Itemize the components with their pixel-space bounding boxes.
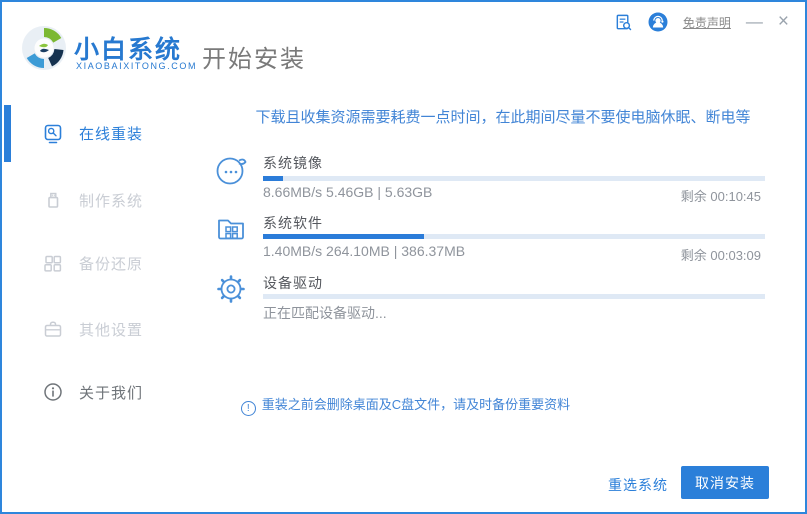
header-actions: 免责声明 — × xyxy=(614,10,789,34)
cancel-install-button[interactable]: 取消安装 xyxy=(681,466,769,499)
task-status: 正在匹配设备驱动... xyxy=(263,305,387,321)
task-detail: 1.40MB/s 264.10MB | 386.37MB xyxy=(263,243,466,259)
download-warning-text: 下载且收集资源需要耗费一点时间，在此期间尽量不要使电脑休眠、断电等 xyxy=(255,109,751,126)
task-remaining: 剩余 00:03:09 xyxy=(680,248,761,263)
sidebar-item-backup-restore[interactable]: 备份还原 xyxy=(2,251,202,275)
brand-domain: XIAOBAIXITONG.COM xyxy=(76,61,198,71)
disclaimer-link[interactable]: 免责声明 xyxy=(683,14,731,31)
progress-fill xyxy=(263,176,284,181)
backup-note-text: 重装之前会删除桌面及C盘文件，请及时备份重要资料 xyxy=(261,397,571,412)
task-remaining: 剩余 00:10:45 xyxy=(680,189,761,204)
backup-restore-icon xyxy=(42,252,64,274)
progress-bar-system-software xyxy=(263,234,765,239)
task-name: 设备驱动 xyxy=(263,275,323,291)
progress-bar-system-image xyxy=(263,176,765,181)
sidebar-item-label: 备份还原 xyxy=(79,255,144,273)
sidebar-item-online-reinstall[interactable]: 在线重装 xyxy=(2,121,202,145)
system-image-icon xyxy=(212,151,250,189)
backup-note: ! 重装之前会删除桌面及C盘文件，请及时备份重要资料 xyxy=(2,394,805,416)
app-window: 小白系统 XIAOBAIXITONG.COM 开始安装 免责声明 — × 在线重… xyxy=(0,0,807,514)
sidebar-item-make-system[interactable]: 制作系统 xyxy=(2,188,202,212)
system-software-icon xyxy=(212,210,250,248)
minimize-button[interactable]: — xyxy=(746,10,763,34)
progress-bar-device-driver xyxy=(263,294,765,299)
close-button[interactable]: × xyxy=(778,10,789,34)
customer-service-icon[interactable] xyxy=(648,12,668,32)
sidebar-item-label: 其他设置 xyxy=(79,321,144,339)
sidebar-item-other-settings[interactable]: 其他设置 xyxy=(2,317,202,341)
exclamation-icon: ! xyxy=(240,401,256,416)
brand-logo-icon xyxy=(20,24,68,72)
task-detail: 8.66MB/s 5.46GB | 5.63GB xyxy=(263,184,433,200)
device-driver-icon xyxy=(212,270,250,308)
task-name: 系统软件 xyxy=(263,215,323,231)
reselect-system-button[interactable]: 重选系统 xyxy=(608,475,668,495)
bill-search-icon[interactable] xyxy=(614,13,633,32)
progress-fill xyxy=(263,234,424,239)
usb-drive-icon xyxy=(42,189,64,211)
sidebar-item-label: 制作系统 xyxy=(79,192,144,210)
task-name: 系统镜像 xyxy=(263,155,323,171)
online-reinstall-icon xyxy=(42,122,64,144)
page-title: 开始安装 xyxy=(202,46,306,73)
sidebar-item-label: 在线重装 xyxy=(79,125,144,143)
briefcase-icon xyxy=(42,318,64,340)
